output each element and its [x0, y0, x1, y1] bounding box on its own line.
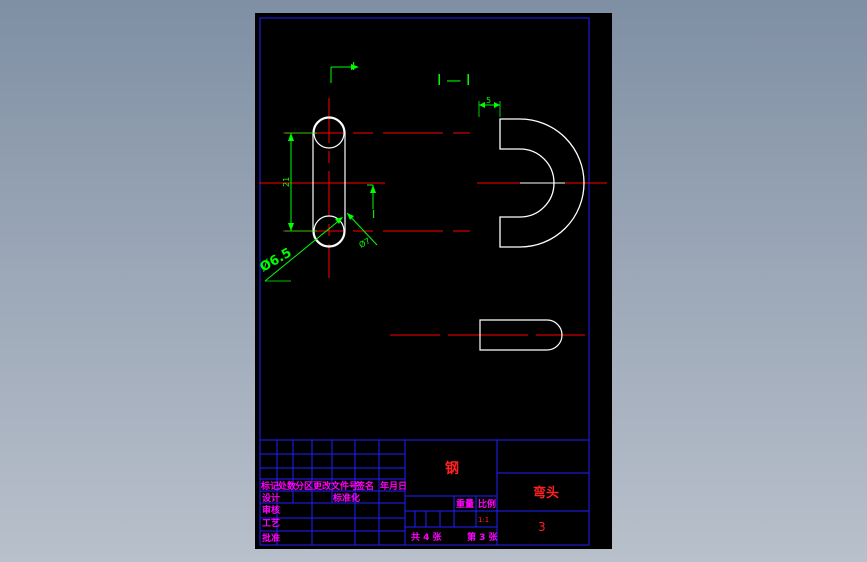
cut-mark-top: I — [352, 60, 355, 73]
tb-header: 分区 — [295, 480, 313, 492]
tb-header: 处数 — [277, 480, 297, 492]
tb-row-approve: 批准 — [262, 532, 280, 544]
cut-mark-right: I — [372, 208, 375, 221]
dimensions: I I I — I 21 5 Ø6.5 Ø7 — [258, 60, 501, 282]
drawing-sheet: I I I — I 21 5 Ø6.5 Ø7 标记 处数 分区 更改文件号 签名… — [255, 13, 612, 549]
tb-header: 年月日 — [380, 480, 407, 492]
section-label: I — I — [437, 71, 470, 89]
bottom-view — [390, 319, 585, 351]
section-view — [477, 118, 607, 248]
tb-header: 更改文件号 — [313, 480, 358, 492]
dim-wall-thickness: 5 — [486, 96, 491, 105]
tb-sheet-number: 第 3 张 — [467, 531, 499, 543]
drawing-border — [259, 17, 590, 546]
tb-row-process: 工艺 — [262, 517, 280, 529]
dim-hole-spacing: 21 — [282, 177, 291, 187]
dim-hole-diameter: Ø6.5 — [258, 245, 295, 275]
tb-header: 签名 — [355, 480, 374, 492]
tb-material: 钢 — [445, 460, 459, 477]
tb-standardization: 标准化 — [332, 492, 360, 504]
tb-header: 标记 — [260, 480, 279, 492]
tb-drawing-number: 3 — [538, 520, 546, 534]
tb-scale-value: 1:1 — [478, 516, 489, 524]
tb-scale-label: 比例 — [478, 498, 496, 510]
tb-row-design: 设计 — [262, 492, 280, 504]
cad-drawing: I I I — I 21 5 Ø6.5 Ø7 标记 处数 分区 更改文件号 签名… — [258, 17, 607, 546]
tb-row-review: 审核 — [262, 504, 280, 516]
tb-weight-label: 重量 — [456, 498, 474, 510]
tb-part-name: 弯头 — [533, 485, 559, 501]
tb-total-sheets: 共 4 张 — [411, 531, 443, 543]
